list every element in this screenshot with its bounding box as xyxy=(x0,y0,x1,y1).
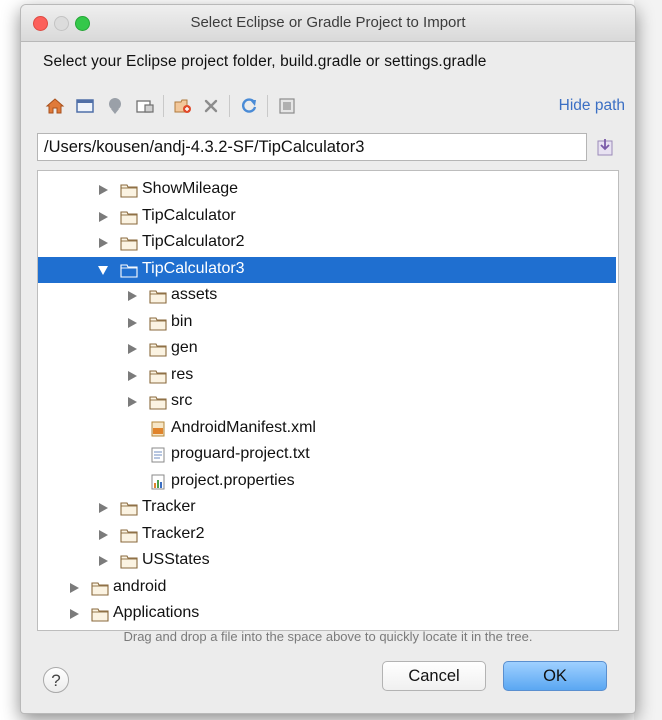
tree-row-label: project.properties xyxy=(171,471,295,489)
properties-file-icon xyxy=(149,474,167,490)
drag-drop-hint: Drag and drop a file into the space abov… xyxy=(123,629,533,644)
path-row xyxy=(37,133,619,163)
disclosure-collapsed-icon[interactable] xyxy=(68,607,80,619)
disclosure-collapsed-icon[interactable] xyxy=(126,316,138,328)
tree-row[interactable]: project.properties xyxy=(38,469,616,495)
desktop-icon[interactable] xyxy=(75,96,95,116)
xml-file-icon xyxy=(149,421,167,437)
tree-row[interactable]: TipCalculator3 xyxy=(38,256,616,283)
tree-row-label: bin xyxy=(171,312,193,330)
toolbar-separator xyxy=(267,95,268,117)
background-strip xyxy=(634,0,662,720)
folder-icon xyxy=(120,262,138,278)
tree-row[interactable]: res xyxy=(38,363,616,389)
text-file-icon xyxy=(149,447,167,463)
refresh-icon[interactable] xyxy=(239,96,259,116)
folder-icon xyxy=(120,209,138,225)
disclosure-collapsed-icon[interactable] xyxy=(97,183,109,195)
tree-row-label: TipCalculator3 xyxy=(142,259,245,277)
show-hidden-icon[interactable] xyxy=(277,96,297,116)
folder-icon xyxy=(149,394,167,410)
tree-row-label: src xyxy=(171,392,193,409)
disclosure-collapsed-icon[interactable] xyxy=(126,369,138,381)
cancel-button[interactable]: Cancel xyxy=(382,661,486,691)
folder-icon xyxy=(149,368,167,384)
tree-row-label: TipCalculator2 xyxy=(142,233,245,250)
tree-row[interactable]: Tracker2 xyxy=(38,522,616,548)
file-tree[interactable]: ShowMileage TipCalculator TipCalculator2 Ti… xyxy=(37,170,619,631)
window-title: Select Eclipse or Gradle Project to Impo… xyxy=(190,14,466,31)
tree-row-label: android xyxy=(113,577,167,595)
folder-icon xyxy=(120,235,138,251)
folder-icon xyxy=(91,606,109,622)
folder-icon xyxy=(120,553,138,569)
user-home-icon[interactable] xyxy=(105,96,125,116)
disclosure-collapsed-icon[interactable] xyxy=(126,395,138,407)
tree-row[interactable]: TipCalculator xyxy=(38,204,616,230)
tree-row-label: USStates xyxy=(142,551,210,568)
delete-icon[interactable] xyxy=(201,96,221,116)
tree-row[interactable]: Applications xyxy=(38,601,616,627)
tree-row[interactable]: assets xyxy=(38,283,616,309)
folder-icon xyxy=(91,580,109,596)
toolbar-separator xyxy=(163,95,164,117)
tree-row-label: res xyxy=(171,365,194,383)
path-field[interactable] xyxy=(37,133,587,161)
folder-icon xyxy=(149,288,167,304)
tree-row[interactable]: bin xyxy=(38,310,616,336)
tree-row[interactable]: proguard-project.txt xyxy=(38,442,616,468)
tree-row-label: Applications xyxy=(113,604,200,621)
disclosure-collapsed-icon[interactable] xyxy=(97,501,109,513)
folder-icon xyxy=(120,500,138,516)
disclosure-collapsed-icon[interactable] xyxy=(97,236,109,248)
disclosure-collapsed-icon[interactable] xyxy=(97,528,109,540)
tree-row[interactable]: ShowMileage xyxy=(38,177,616,203)
folder-icon xyxy=(120,527,138,543)
tree-row[interactable]: Tracker xyxy=(38,495,616,521)
disclosure-collapsed-icon[interactable] xyxy=(68,581,80,593)
folder-icon xyxy=(120,182,138,198)
folder-icon xyxy=(149,315,167,331)
tree-row[interactable]: gen xyxy=(38,336,616,362)
help-button[interactable]: ? xyxy=(43,667,69,693)
tree-row[interactable]: USStates xyxy=(38,548,616,574)
tree-row-label: AndroidManifest.xml xyxy=(171,418,316,436)
file-chooser-toolbar: Hide path xyxy=(45,93,625,119)
tree-row[interactable]: android xyxy=(38,575,616,601)
tree-row-label: proguard-project.txt xyxy=(171,445,310,462)
tree-row-label: Tracker xyxy=(142,498,196,515)
instruction-text: Select your Eclipse project folder, buil… xyxy=(43,53,487,70)
ok-button[interactable]: OK xyxy=(503,661,607,691)
tree-row-label: Tracker2 xyxy=(142,524,205,542)
disclosure-collapsed-icon[interactable] xyxy=(126,289,138,301)
tree-row[interactable]: src xyxy=(38,389,616,415)
new-folder-icon[interactable] xyxy=(173,96,193,116)
import-project-dialog: Select Eclipse or Gradle Project to Impo… xyxy=(20,4,636,714)
folder-icon xyxy=(149,341,167,357)
hide-path-link[interactable]: Hide path xyxy=(559,97,625,115)
disclosure-expanded-icon[interactable] xyxy=(97,263,109,275)
toolbar-separator xyxy=(229,95,230,117)
home-icon[interactable] xyxy=(45,96,65,116)
tree-row-label: assets xyxy=(171,286,218,303)
tree-row-label: ShowMileage xyxy=(142,180,239,197)
tree-row[interactable]: TipCalculator2 xyxy=(38,230,616,256)
tree-row[interactable]: AndroidManifest.xml xyxy=(38,416,616,442)
tree-row-label: TipCalculator xyxy=(142,206,236,224)
title-bar: Select Eclipse or Gradle Project to Impo… xyxy=(21,5,635,42)
path-history-icon[interactable] xyxy=(596,137,614,157)
disclosure-collapsed-icon[interactable] xyxy=(97,554,109,566)
disclosure-collapsed-icon[interactable] xyxy=(97,210,109,222)
tree-row-label: gen xyxy=(171,339,198,356)
project-folder-icon[interactable] xyxy=(135,96,155,116)
disclosure-collapsed-icon[interactable] xyxy=(126,342,138,354)
